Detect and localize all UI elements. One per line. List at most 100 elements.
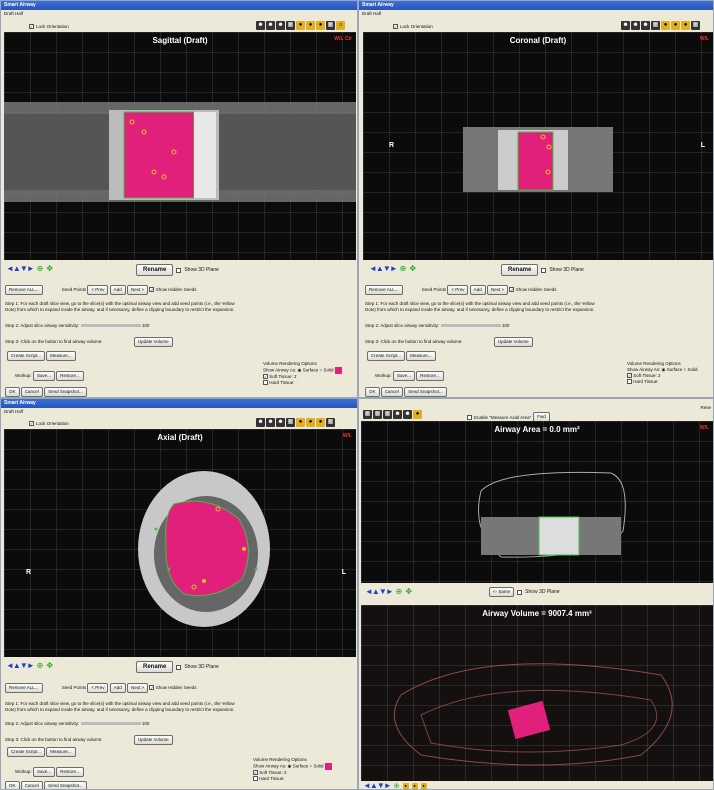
axial-view[interactable]: Axial (Draft) W/L R L	[4, 429, 356, 657]
restore-button[interactable]: Restore...	[56, 767, 84, 777]
remove-all-button[interactable]: Remove ALL...	[365, 285, 403, 295]
add-button[interactable]: Add	[469, 285, 486, 295]
next-button[interactable]: Next >	[127, 683, 149, 693]
layout-icon[interactable]: ▦	[363, 410, 372, 419]
skull-icon[interactable]: ☻	[256, 21, 265, 30]
show-hidden-seeds-checkbox[interactable]: ✓	[149, 685, 155, 691]
tooth-icon[interactable]: ●	[402, 782, 409, 789]
ok-button[interactable]: OK	[365, 387, 380, 397]
add-button[interactable]: Add	[109, 683, 126, 693]
lock-orientation-checkbox[interactable]: ✓	[393, 23, 398, 29]
menu-bar[interactable]: Draft Half	[359, 10, 713, 18]
cancel-button[interactable]: Cancel	[20, 781, 43, 789]
sensitivity-slider[interactable]	[80, 722, 141, 726]
lock-orientation[interactable]: ✓ Lock Orientation	[393, 20, 433, 32]
rename-button[interactable]: Rename	[501, 264, 539, 276]
tooth3-icon[interactable]: ●	[681, 21, 690, 30]
measure-button[interactable]: Measure...	[46, 351, 76, 361]
show-3d-plane-checkbox[interactable]	[541, 267, 547, 273]
airway-color-swatch[interactable]	[324, 763, 332, 770]
create-script-button[interactable]: Create Script...	[7, 351, 46, 361]
zoom-icon[interactable]: ⊕	[37, 264, 44, 273]
zoom-icon[interactable]: ⊕	[37, 661, 44, 670]
grid-icon[interactable]: ▦	[326, 21, 335, 30]
skull-icon[interactable]: ☻	[393, 410, 402, 419]
nav-arrows-icon[interactable]: ◄▲▼►	[6, 661, 35, 670]
tooth2-icon[interactable]: ●	[306, 21, 315, 30]
restore-button[interactable]: Restore...	[56, 371, 84, 381]
layout-icon[interactable]: ▦	[286, 21, 295, 30]
home-icon[interactable]: ⌂	[336, 21, 345, 30]
zoom-icon[interactable]: ⊕	[400, 264, 407, 273]
tooth2-icon[interactable]: ●	[306, 418, 315, 427]
cancel-button[interactable]: Cancel	[380, 387, 403, 397]
prev-button[interactable]: < Prev	[87, 683, 109, 693]
prev-button[interactable]: < Prev	[447, 285, 469, 295]
lock-orientation-checkbox[interactable]: ✓	[29, 23, 34, 29]
send-snapshot-button[interactable]: Send Snapshot...	[44, 781, 87, 789]
create-script-button[interactable]: Create Script...	[7, 747, 46, 757]
show-3d-plane-checkbox[interactable]	[176, 664, 182, 670]
tooth-icon[interactable]: ●	[296, 21, 305, 30]
cancel-button[interactable]: Cancel	[20, 387, 43, 397]
coronal-view[interactable]: Coronal (Draft) W/L R L	[363, 32, 713, 260]
airway-volume-view[interactable]: Airway Volume = 9007.4 mm³	[361, 605, 713, 781]
create-script-button[interactable]: Create Script...	[367, 351, 406, 361]
tooth2-icon[interactable]: ●	[671, 21, 680, 30]
next-button[interactable]: Next >	[127, 285, 149, 295]
layout-icon[interactable]: ▦	[286, 418, 295, 427]
nav-arrows-icon[interactable]: ◄▲▼►	[365, 587, 394, 596]
skull-front-icon[interactable]: ☻	[266, 21, 275, 30]
skull-side-icon[interactable]: ☻	[641, 21, 650, 30]
ok-button[interactable]: OK	[5, 781, 20, 789]
grid-icon[interactable]: ▦	[326, 418, 335, 427]
grid-icon[interactable]: ▦	[691, 21, 700, 30]
remove-all-button[interactable]: Remove ALL...	[5, 285, 43, 295]
update-volume-button[interactable]: Update Volume	[493, 337, 533, 347]
layout3-icon[interactable]: ▦	[383, 410, 392, 419]
save-button[interactable]: Save...	[32, 767, 55, 777]
tooth-icon[interactable]: ●	[413, 410, 422, 419]
menu-bar[interactable]: Draft Half	[1, 10, 357, 18]
nav-arrows-icon[interactable]: ◄▲▼►	[363, 781, 392, 789]
sensitivity-slider[interactable]	[80, 324, 141, 328]
tooth2-icon[interactable]: ●	[411, 782, 418, 789]
restore-button[interactable]: Restore...	[416, 371, 444, 381]
same-button[interactable]: <- Same	[489, 587, 515, 597]
skull-icon[interactable]: ☻	[621, 21, 630, 30]
send-snapshot-button[interactable]: Send Snapshot...	[404, 387, 447, 397]
zoom-icon[interactable]: ⊕	[396, 587, 403, 596]
rename-button[interactable]: Rename	[136, 264, 174, 276]
tooth3-icon[interactable]: ●	[420, 782, 427, 789]
remove-all-button[interactable]: Remove ALL...	[5, 683, 43, 693]
prev-button[interactable]: < Prev	[87, 285, 109, 295]
lock-orientation[interactable]: ✓ Lock Orientation	[29, 20, 69, 32]
airway-area-view[interactable]: Airway Area = 0.0 mm² W/L	[361, 421, 713, 583]
skull-side-icon[interactable]: ☻	[276, 418, 285, 427]
lock-orientation-checkbox[interactable]: ✓	[29, 420, 34, 426]
send-snapshot-button[interactable]: Send Snapshot...	[44, 387, 87, 397]
save-button[interactable]: Save...	[392, 371, 415, 381]
skull-front-icon[interactable]: ☻	[403, 410, 412, 419]
pan-icon[interactable]: ✥	[409, 264, 416, 273]
pan-icon[interactable]: ✥	[46, 661, 53, 670]
sensitivity-slider[interactable]	[440, 324, 501, 328]
add-button[interactable]: Add	[109, 285, 126, 295]
skull-side-icon[interactable]: ☻	[276, 21, 285, 30]
soft-tissue-value[interactable]: 2	[294, 374, 297, 379]
pan-icon[interactable]: ✥	[405, 587, 412, 596]
airway-color-swatch[interactable]	[334, 367, 342, 374]
sagittal-view[interactable]: Sagittal (Draft) W/L Ctr	[4, 32, 356, 260]
update-volume-button[interactable]: Update Volume	[133, 337, 173, 347]
pan-icon[interactable]: ✥	[46, 264, 53, 273]
show-hidden-seeds-checkbox[interactable]: ✓	[149, 287, 155, 293]
skull-front-icon[interactable]: ☻	[631, 21, 640, 30]
show-hidden-seeds-checkbox[interactable]: ✓	[509, 287, 515, 293]
save-button[interactable]: Save...	[32, 371, 55, 381]
next-button[interactable]: Next >	[487, 285, 509, 295]
lock-orientation[interactable]: ✓ Lock Orientation	[29, 417, 69, 429]
nav-arrows-icon[interactable]: ◄▲▼►	[6, 264, 35, 273]
show-3d-plane-checkbox[interactable]	[517, 589, 523, 595]
tooth3-icon[interactable]: ●	[316, 21, 325, 30]
menu-bar[interactable]: Draft Half	[1, 408, 357, 416]
